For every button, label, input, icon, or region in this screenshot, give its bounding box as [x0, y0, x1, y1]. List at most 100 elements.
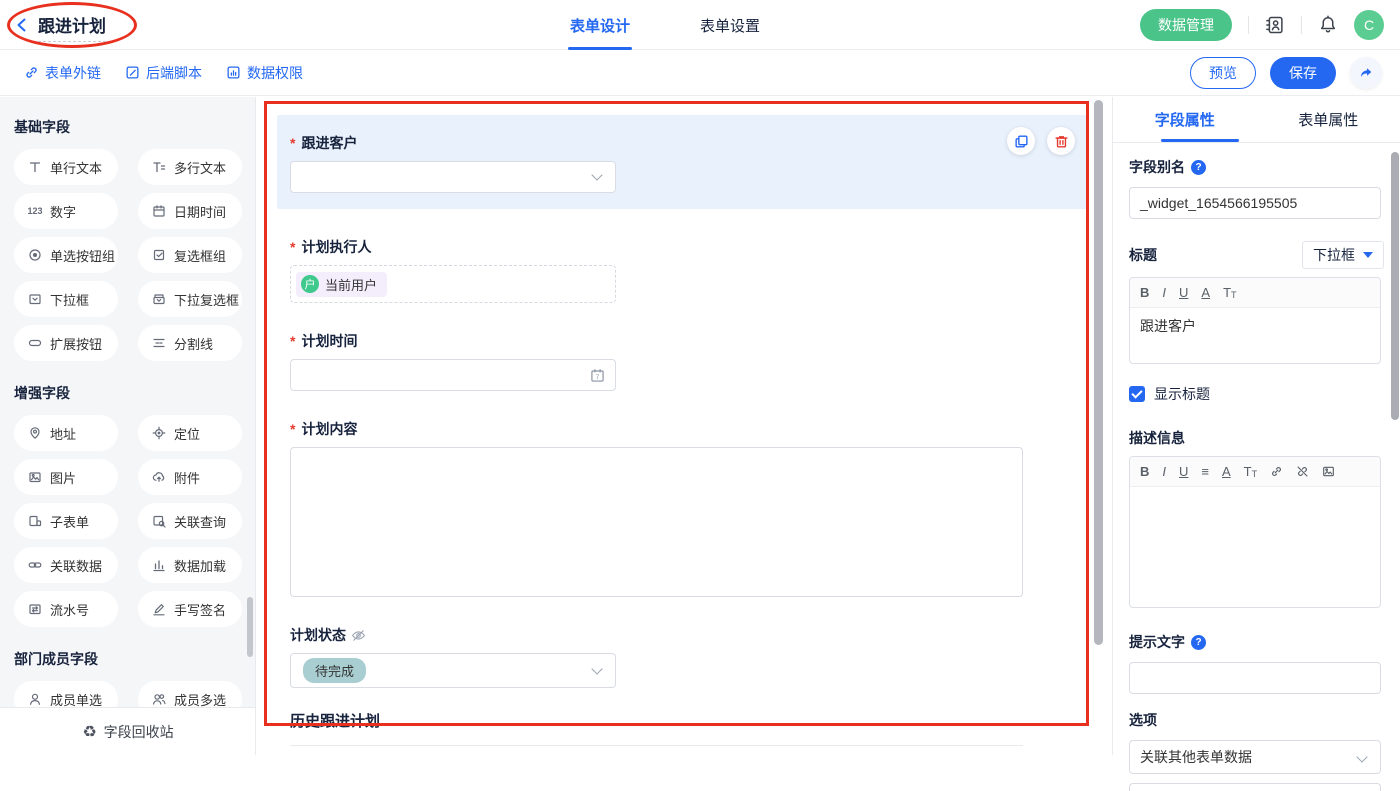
sidebar-item-extend-button[interactable]: 扩展按钮 — [14, 325, 118, 361]
sidebar-item-label: 成员单选 — [50, 690, 102, 709]
back-button[interactable] — [14, 17, 30, 33]
delete-field-button[interactable] — [1047, 127, 1075, 155]
sidebar-item-multi-line-text[interactable]: 多行文本 — [138, 149, 242, 185]
data-manage-button[interactable]: 数据管理 — [1140, 9, 1232, 41]
plan-time-input[interactable]: 7 — [290, 359, 616, 391]
underline-icon[interactable]: U — [1179, 465, 1188, 478]
tab-form-properties[interactable]: 表单属性 — [1298, 109, 1358, 130]
show-title-checkbox[interactable] — [1129, 386, 1145, 402]
contacts-icon[interactable] — [1265, 15, 1285, 35]
sidebar-item-label: 流水号 — [50, 600, 89, 619]
bar-chart-icon — [151, 558, 167, 572]
divider-line-icon — [151, 336, 167, 350]
hint-text-label: 提示文字 ? — [1129, 632, 1384, 652]
follow-customer-select[interactable] — [290, 161, 616, 193]
description-editor-content[interactable] — [1130, 487, 1380, 607]
divider — [1301, 16, 1302, 34]
sidebar-item-address[interactable]: 地址 — [14, 415, 118, 451]
sidebar-item-serial-number[interactable]: 流水号 — [14, 591, 118, 627]
sidebar-item-label: 单行文本 — [50, 158, 102, 177]
tab-form-settings[interactable]: 表单设置 — [700, 0, 760, 50]
canvas-scrollbar[interactable] — [1094, 100, 1103, 645]
align-icon[interactable]: ≡ — [1201, 465, 1209, 478]
share-button[interactable] — [1350, 57, 1382, 89]
sidebar-scrollbar[interactable] — [247, 597, 253, 657]
sidebar-item-linked-data[interactable]: 关联数据 — [14, 547, 118, 583]
field-alias-input[interactable]: _widget_1654566195505 — [1129, 187, 1381, 219]
svg-text:7: 7 — [596, 374, 600, 381]
font-color-icon[interactable]: A — [1201, 286, 1210, 299]
help-icon[interactable]: ? — [1191, 160, 1206, 175]
insert-link-icon[interactable] — [1270, 465, 1283, 478]
italic-icon[interactable]: I — [1162, 465, 1166, 478]
italic-icon[interactable]: I — [1162, 286, 1166, 299]
save-button[interactable]: 保存 — [1270, 57, 1336, 89]
multi-line-text-icon — [151, 160, 167, 174]
sidebar-item-attachment[interactable]: 附件 — [138, 459, 242, 495]
sidebar-item-number[interactable]: 123 数字 — [14, 193, 118, 229]
sidebar-item-linked-query[interactable]: 关联查询 — [138, 503, 242, 539]
toolbar-link-label: 表单外链 — [45, 63, 101, 83]
plan-status-select[interactable]: 待完成 — [290, 653, 616, 688]
underline-icon[interactable]: U — [1179, 286, 1188, 299]
header-tabs: 表单设计 表单设置 — [570, 0, 760, 50]
recycle-label: 字段回收站 — [104, 722, 174, 742]
options-source-select[interactable]: 关联其他表单数据 — [1129, 740, 1381, 774]
title-editor-content[interactable]: 跟进客户 — [1130, 308, 1380, 363]
toolbar-actions: 预览 保存 — [1190, 57, 1382, 89]
plan-executor-input[interactable]: 户 当前用户 — [290, 265, 616, 303]
sidebar-item-label: 关联查询 — [174, 512, 226, 531]
tab-field-properties[interactable]: 字段属性 — [1155, 109, 1215, 130]
current-user-tag[interactable]: 户 当前用户 — [296, 272, 387, 297]
field-block-plan-status[interactable]: 计划状态 待完成 — [290, 625, 1089, 688]
font-size-icon[interactable]: TT — [1244, 464, 1257, 479]
data-permission-button[interactable]: 数据权限 — [226, 63, 303, 83]
font-size-icon[interactable]: TT — [1223, 285, 1236, 300]
backend-script-button[interactable]: 后端脚本 — [125, 63, 202, 83]
sidebar-item-checkbox-group[interactable]: 复选框组 — [138, 237, 242, 273]
remove-link-icon[interactable] — [1296, 465, 1309, 478]
panel-scrollbar[interactable] — [1391, 152, 1399, 420]
field-type-select[interactable]: 下拉框 — [1302, 241, 1384, 269]
help-icon[interactable]: ? — [1191, 635, 1206, 650]
field-block-follow-customer[interactable]: *跟进客户 — [277, 115, 1089, 209]
form-external-link-button[interactable]: 表单外链 — [24, 63, 101, 83]
sidebar-item-dropdown-multi[interactable]: 下拉复选框 — [138, 281, 242, 317]
plan-content-textarea[interactable] — [290, 447, 1023, 597]
sidebar-item-label: 关联数据 — [50, 556, 102, 575]
people-icon — [151, 692, 167, 706]
description-label: 描述信息 — [1129, 428, 1384, 448]
sidebar-item-location[interactable]: 定位 — [138, 415, 242, 451]
preview-button[interactable]: 预览 — [1190, 57, 1256, 89]
font-color-icon[interactable]: A — [1222, 465, 1231, 478]
sidebar-item-label: 下拉复选框 — [174, 290, 239, 309]
sidebar-item-handwritten-signature[interactable]: 手写签名 — [138, 591, 242, 627]
sidebar-item-datetime[interactable]: 日期时间 — [138, 193, 242, 229]
sidebar-item-divider-line[interactable]: 分割线 — [138, 325, 242, 361]
insert-image-icon[interactable] — [1322, 465, 1335, 478]
person-icon — [27, 692, 43, 706]
hint-text-input[interactable] — [1129, 662, 1381, 694]
form-canvas[interactable]: *跟进客户 *计划执行人 户 当前用户 — [257, 97, 1112, 755]
section-title-member-fields: 部门成员字段 — [14, 649, 241, 669]
sidebar-item-single-line-text[interactable]: 单行文本 — [14, 149, 118, 185]
avatar[interactable]: C — [1354, 10, 1384, 40]
sidebar-item-image[interactable]: 图片 — [14, 459, 118, 495]
tab-form-design[interactable]: 表单设计 — [570, 0, 630, 50]
field-block-plan-time[interactable]: *计划时间 7 — [290, 331, 1089, 391]
link-icon — [24, 65, 39, 80]
bold-icon[interactable]: B — [1140, 286, 1149, 299]
toolbar-link-label: 数据权限 — [247, 63, 303, 83]
sidebar-item-dropdown[interactable]: 下拉框 — [14, 281, 118, 317]
field-recycle-bin-button[interactable]: ♻ 字段回收站 — [0, 707, 256, 755]
description-editor-toolbar: B I U ≡ A TT — [1130, 457, 1380, 487]
field-block-plan-executor[interactable]: *计划执行人 户 当前用户 — [290, 237, 1089, 303]
cloud-upload-icon — [151, 470, 167, 484]
bold-icon[interactable]: B — [1140, 465, 1149, 478]
field-block-plan-content[interactable]: *计划内容 — [290, 419, 1089, 597]
sidebar-item-subform[interactable]: 子表单 — [14, 503, 118, 539]
sidebar-item-data-load[interactable]: 数据加载 — [138, 547, 242, 583]
copy-field-button[interactable] — [1007, 127, 1035, 155]
notification-bell-icon[interactable] — [1318, 15, 1338, 35]
sidebar-item-radio-group[interactable]: 单选按钮组 — [14, 237, 118, 273]
